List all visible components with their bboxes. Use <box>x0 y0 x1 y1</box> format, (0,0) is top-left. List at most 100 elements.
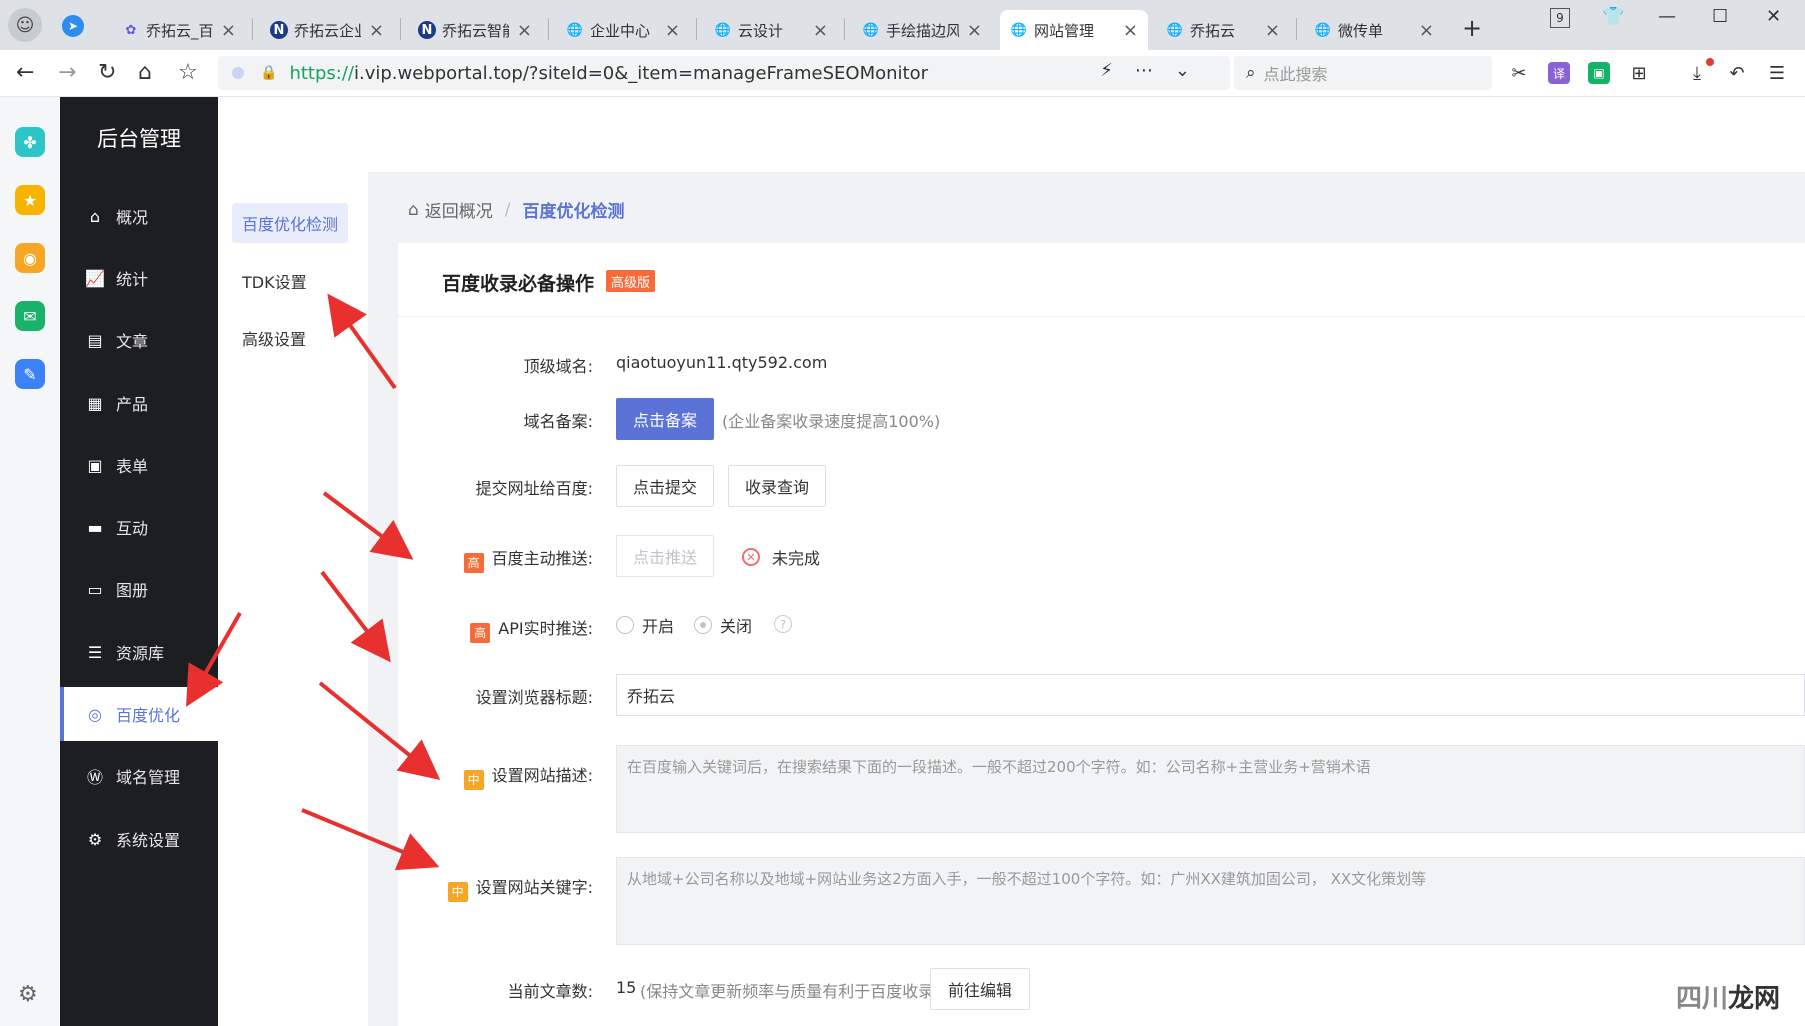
new-tab-plus-icon[interactable]: + <box>1462 14 1482 42</box>
url-field[interactable]: 🔒 https://i.vip.webportal.top/?siteId=0&… <box>218 56 1230 90</box>
download-icon[interactable]: ⤓ <box>1686 62 1708 84</box>
breadcrumb-back-link[interactable]: 返回概况 <box>425 197 493 222</box>
tab-7-active[interactable]: 🌐 网站管理 × <box>1000 10 1148 50</box>
browser-avatar-icon[interactable]: ☺ <box>8 8 42 42</box>
medium-priority-tag: 中 <box>463 769 484 790</box>
maximize-icon[interactable]: ☐ <box>1712 6 1728 27</box>
w-icon: Ⓦ <box>86 768 103 787</box>
site-description-label: 中设置网站描述: <box>463 762 593 790</box>
sidebar-item-domains[interactable]: Ⓦ 域名管理 <box>60 749 218 803</box>
close-icon[interactable]: × <box>1419 20 1434 41</box>
domain-label: 顶级域名: <box>523 357 593 376</box>
sidebar-item-articles[interactable]: ▤ 文章 <box>60 313 218 367</box>
url-tools: ⚡⋯⌄ <box>1100 60 1212 81</box>
browser-title-input[interactable]: 乔拓云 <box>616 674 1805 716</box>
back-arrow-icon[interactable]: ← <box>16 60 34 85</box>
minimize-icon[interactable]: — <box>1658 6 1676 27</box>
pinned-tab-icon[interactable]: ➤ <box>62 15 84 37</box>
article-icon: ▤ <box>87 330 103 350</box>
tab-divider <box>548 18 549 40</box>
close-icon[interactable]: × <box>1265 20 1280 41</box>
tab-divider <box>252 18 253 40</box>
sidebar-item-album[interactable]: ▭ 图册 <box>60 562 218 616</box>
close-icon[interactable]: × <box>967 20 982 41</box>
sidebar-item-stats[interactable]: 📈 统计 <box>60 251 218 305</box>
undo-icon[interactable]: ↶ <box>1726 62 1748 84</box>
reload-icon[interactable]: ↻ <box>98 60 116 85</box>
site-description-textarea[interactable]: 在百度输入关键词后，在搜索结果下面的一段描述。一般不超过200个字符。如：公司名… <box>616 745 1805 833</box>
clover-app-icon[interactable]: ✤ <box>15 127 45 157</box>
search-input[interactable]: ⌕ 点此搜索 <box>1234 56 1492 90</box>
radio-circle[interactable] <box>616 616 634 634</box>
close-icon[interactable]: × <box>665 20 680 41</box>
forward-arrow-icon[interactable]: → <box>58 60 76 85</box>
home-icon[interactable]: ⌂ <box>408 200 419 220</box>
tab-8[interactable]: 🌐 乔拓云 × <box>1156 10 1290 50</box>
scissors-icon[interactable]: ✂ <box>1508 62 1530 84</box>
menu-icon[interactable]: ☰ <box>1766 62 1788 84</box>
sidebar-item-interaction[interactable]: ▬ 互动 <box>60 500 218 554</box>
tab-4[interactable]: 🌐 企业中心 × <box>556 10 690 50</box>
browser-title-label: 设置浏览器标题: <box>475 688 593 707</box>
tab-5[interactable]: 🌐 云设计 × <box>704 10 838 50</box>
url-text: https://i.vip.webportal.top/?siteId=0&_i… <box>289 62 929 84</box>
more-dots-icon[interactable]: ⋯ <box>1135 60 1175 81</box>
radio-circle[interactable] <box>694 616 712 634</box>
api-on-radio[interactable]: 开启 <box>616 613 674 637</box>
sidebar-item-products[interactable]: ▦ 产品 <box>60 376 218 430</box>
address-bar: ← → ↻ ⌂ ☆ 🔒 https://i.vip.webportal.top/… <box>0 50 1805 97</box>
close-icon[interactable]: × <box>517 20 532 41</box>
high-priority-tag: 高 <box>470 622 491 643</box>
close-icon[interactable]: × <box>813 20 828 41</box>
favorites-star-icon[interactable]: ☆ <box>178 60 198 85</box>
sidebar-item-forms[interactable]: ▣ 表单 <box>60 438 218 492</box>
sidebar-item-settings[interactable]: ⚙ 系统设置 <box>60 812 218 866</box>
home-icon[interactable]: ⌂ <box>138 60 152 85</box>
wechat-book-icon[interactable]: ▣ <box>1588 62 1610 84</box>
lightning-icon[interactable]: ⚡ <box>1100 60 1135 81</box>
mail-icon[interactable]: ✉ <box>15 301 45 331</box>
spiral-icon: ◎ <box>88 704 102 724</box>
help-icon[interactable]: ? <box>774 615 792 633</box>
close-icon[interactable]: × <box>1123 20 1138 41</box>
chevron-down-icon[interactable]: ⌄ <box>1175 60 1212 81</box>
rail-settings-gear-icon[interactable]: ⚙ <box>18 982 38 1007</box>
shirt-icon[interactable]: 👕 <box>1602 6 1624 27</box>
chart-icon: 📈 <box>85 268 105 288</box>
submenu-item-advanced[interactable]: 高级设置 <box>232 318 316 358</box>
sidebar-item-overview[interactable]: ⌂ 概况 <box>60 189 218 243</box>
push-button[interactable]: 点击推送 <box>616 535 714 577</box>
browser-side-rail: ✤ ★ ◉ ✉ ✎ <box>0 97 60 1026</box>
submenu-item-seo-check[interactable]: 百度优化检测 <box>232 203 349 243</box>
n-logo-icon: N <box>270 21 288 39</box>
close-icon[interactable]: × <box>221 20 236 41</box>
apps-grid-icon[interactable]: ⊞ <box>1628 62 1650 84</box>
go-edit-button[interactable]: 前往编辑 <box>930 968 1030 1010</box>
submit-url-label: 提交网址给百度: <box>475 479 593 498</box>
flower-icon: ✿ <box>125 22 137 38</box>
site-keywords-textarea[interactable]: 从地域+公司名称以及地域+网站业务这2方面入手，一般不超过100个字符。如：广州… <box>616 857 1805 945</box>
tab-2[interactable]: N 乔拓云企业 × <box>260 10 394 50</box>
site-info-icon[interactable] <box>232 67 244 79</box>
star-app-icon[interactable]: ★ <box>15 185 45 215</box>
weibo-icon[interactable]: ◉ <box>15 243 45 273</box>
index-query-button[interactable]: 收录查询 <box>728 465 826 507</box>
submit-url-button[interactable]: 点击提交 <box>616 465 714 507</box>
download-badge <box>1706 58 1714 66</box>
sidebar-item-baidu-seo[interactable]: ◎ 百度优化 <box>60 687 218 741</box>
tab-1[interactable]: ✿ 乔拓云_百 × <box>112 10 246 50</box>
sidebar-item-resources[interactable]: ☰ 资源库 <box>60 625 218 679</box>
tab-3[interactable]: N 乔拓云智能 × <box>408 10 542 50</box>
close-icon[interactable]: × <box>369 20 384 41</box>
tab-6[interactable]: 🌐 手绘描边风 × <box>852 10 992 50</box>
api-off-radio[interactable]: 关闭 <box>694 613 752 637</box>
tab-divider <box>1296 18 1297 40</box>
globe-icon: 🌐 <box>566 22 584 38</box>
tab-9[interactable]: 🌐 微传单 × <box>1304 10 1444 50</box>
translate-icon[interactable]: 译 <box>1548 62 1570 84</box>
submenu-item-tdk[interactable]: TDK设置 <box>232 261 317 301</box>
window-close-icon[interactable]: ✕ <box>1766 6 1781 27</box>
icp-register-button[interactable]: 点击备案 <box>616 398 714 440</box>
tab-counter[interactable]: 9 <box>1550 8 1570 28</box>
note-icon[interactable]: ✎ <box>15 359 45 389</box>
